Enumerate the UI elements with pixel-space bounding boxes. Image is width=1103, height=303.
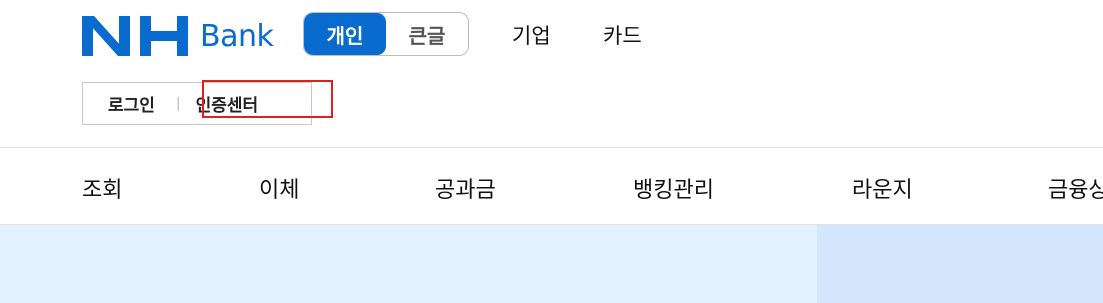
nav-item-transfer[interactable]: 이체	[259, 172, 299, 204]
login-link[interactable]: 로그인	[108, 91, 155, 116]
cert-center-link[interactable]: 인증센터	[196, 91, 259, 116]
main-nav: 조회 이체 공과금 뱅킹관리 라운지 금융상	[0, 147, 1103, 225]
nh-logo-icon	[82, 16, 188, 56]
mode-toggle: 개인 큰글	[303, 12, 469, 56]
logo-bank-text: Bank	[200, 18, 274, 54]
sub-link-separator: |	[175, 95, 181, 112]
hero-banner-right	[817, 225, 1103, 303]
nav-item-utility-bills[interactable]: 공과금	[435, 172, 496, 204]
top-link-card[interactable]: 카드	[603, 20, 642, 50]
nh-bank-logo[interactable]: Bank	[82, 14, 274, 58]
header: Bank 개인 큰글 기업 카드 로그인 | 인증센터	[0, 0, 1103, 147]
mode-large-text-button[interactable]: 큰글	[386, 13, 468, 55]
nav-item-inquiry[interactable]: 조회	[82, 172, 122, 204]
hero-banner-left	[0, 225, 817, 303]
nav-item-financial-products[interactable]: 금융상	[1048, 172, 1103, 204]
top-link-business[interactable]: 기업	[512, 20, 551, 50]
nav-item-lounge[interactable]: 라운지	[852, 172, 913, 204]
sub-links: 로그인 | 인증센터	[82, 82, 312, 125]
nav-item-banking-management[interactable]: 뱅킹관리	[633, 172, 714, 204]
mode-personal-button[interactable]: 개인	[304, 13, 386, 55]
